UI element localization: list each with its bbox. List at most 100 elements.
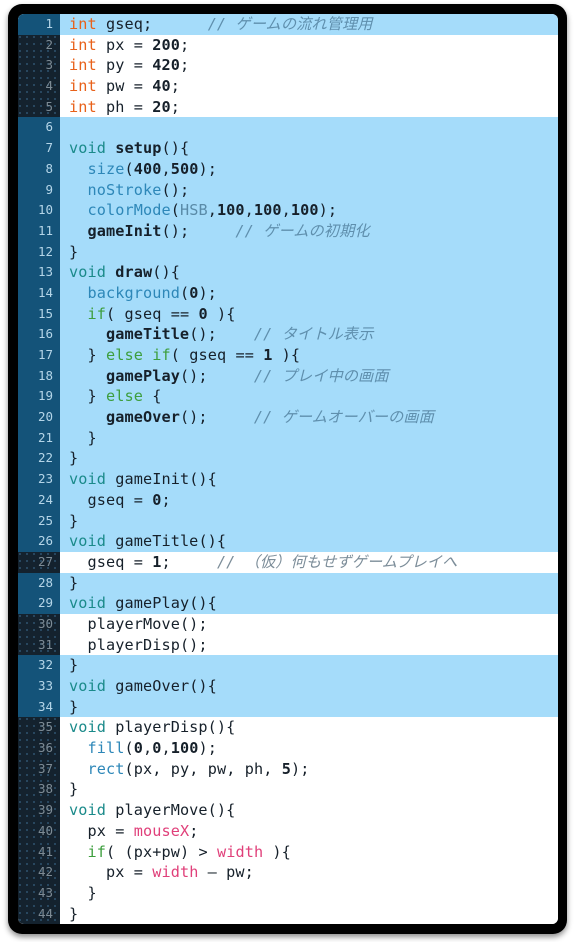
code-line-text[interactable]: gameTitle(); // タイトル表示	[60, 324, 558, 345]
code-line-text[interactable]: } else {	[60, 386, 558, 407]
code-line[interactable]: 20 gameOver(); // ゲームオーバーの画面	[18, 407, 558, 428]
code-line-text[interactable]: }	[60, 904, 558, 924]
code-line[interactable]: 39 void playerMove(){	[18, 800, 558, 821]
code-line[interactable]: 28}	[18, 572, 558, 594]
code-line[interactable]: 21 }	[18, 427, 558, 449]
code-line[interactable]: 16 gameTitle(); // タイトル表示	[18, 324, 558, 345]
code-line-text[interactable]: }	[60, 511, 558, 532]
code-line[interactable]: 41 if( (px+pw) > width ){	[18, 841, 558, 863]
code-line[interactable]: 42 px = width – pw;	[18, 862, 558, 883]
code-line[interactable]: 26 void gameTitle(){	[18, 531, 558, 552]
code-line-text[interactable]: int pw = 40;	[60, 76, 558, 97]
code-line[interactable]: 2 int px = 200;	[18, 34, 558, 56]
code-line-text[interactable]: int gseq; // ゲームの流れ管理用	[60, 14, 558, 35]
code-line[interactable]: 10 colorMode(HSB,100,100,100);	[18, 200, 558, 221]
code-line-text[interactable]: void playerMove(){	[60, 800, 558, 821]
code-line-text[interactable]: gameInit(); // ゲームの初期化	[60, 221, 558, 242]
code-line[interactable]: 13 void draw(){	[18, 262, 558, 283]
code-line-text[interactable]: }	[60, 697, 558, 718]
code-line-text[interactable]: void setup(){	[60, 138, 558, 159]
code-editor-surface[interactable]: 1 int gseq; // ゲームの流れ管理用 2 int px = 200; 3 in…	[18, 14, 558, 924]
code-line[interactable]: 7 void setup(){	[18, 138, 558, 159]
code-line[interactable]: 25}	[18, 510, 558, 532]
code-line[interactable]: 38}	[18, 779, 558, 801]
code-line[interactable]: 12}	[18, 241, 558, 263]
code-line-text[interactable]: noStroke();	[60, 180, 558, 201]
code-line-text[interactable]: background(0);	[60, 283, 558, 304]
code-token: (	[170, 346, 190, 364]
code-line[interactable]: 4 int pw = 40;	[18, 76, 558, 97]
code-token: (){	[207, 718, 236, 737]
code-line[interactable]: 35 void playerDisp(){	[18, 717, 558, 739]
code-token: );	[198, 159, 217, 178]
code-line-text[interactable]: }	[60, 573, 558, 594]
code-line[interactable]: 32}	[18, 655, 558, 676]
code-line[interactable]: 8 size(400,500);	[18, 158, 558, 180]
code-line[interactable]: 3 int py = 420;	[18, 55, 558, 77]
code-line[interactable]: 18 gamePlay(); // プレイ中の画面	[18, 365, 558, 387]
code-line-text[interactable]: void gameInit(){	[60, 469, 558, 490]
code-line[interactable]: 5 int ph = 20;	[18, 96, 558, 118]
code-line-text[interactable]: int px = 200;	[60, 35, 558, 56]
code-line-text[interactable]: gamePlay(); // プレイ中の画面	[60, 366, 558, 387]
code-line-text[interactable]: }	[60, 883, 558, 904]
code-line-text[interactable]: int ph = 20;	[60, 97, 558, 118]
code-line[interactable]: 43 }	[18, 882, 558, 904]
code-line-text[interactable]: if( gseq == 0 ){	[60, 304, 558, 325]
code-line-text[interactable]: if( (px+pw) > width ){	[60, 842, 558, 863]
code-line[interactable]: 11 gameInit(); // ゲームの初期化	[18, 220, 558, 242]
code-line-text[interactable]: void draw(){	[60, 262, 558, 283]
code-token: gamePlay	[105, 366, 180, 385]
code-token: px	[133, 842, 153, 861]
code-line-text[interactable]	[60, 117, 558, 138]
line-number: 24	[18, 489, 60, 511]
code-line-text[interactable]: }	[60, 655, 558, 676]
code-line-text[interactable]: void playerDisp(){	[60, 717, 558, 738]
code-line[interactable]: 40 px = mouseX;	[18, 820, 558, 842]
code-line[interactable]: 9 noStroke();	[18, 179, 558, 201]
code-line[interactable]: 19 } else {	[18, 386, 558, 408]
code-line-text[interactable]: }	[60, 428, 558, 449]
code-line[interactable]: 36 fill(0,0,100);	[18, 738, 558, 759]
code-line-list[interactable]: 1 int gseq; // ゲームの流れ管理用 2 int px = 200; 3 in…	[18, 14, 558, 924]
code-line-text[interactable]: size(400,500);	[60, 159, 558, 180]
code-line[interactable]: 44}	[18, 903, 558, 924]
code-line-text[interactable]: playerDisp();	[60, 635, 558, 656]
code-line-text[interactable]: void gamePlay(){	[60, 593, 558, 614]
code-line[interactable]: 22}	[18, 448, 558, 470]
code-line-text[interactable]: gseq = 1; // （仮）何もせずゲームプレイへ	[60, 552, 558, 573]
code-line-text[interactable]: px = mouseX;	[60, 821, 558, 842]
code-line-text[interactable]: colorMode(HSB,100,100,100);	[60, 200, 558, 221]
code-line[interactable]: 27 gseq = 1; // （仮）何もせずゲームプレイへ	[18, 551, 558, 573]
code-line[interactable]: 33 void gameOver(){	[18, 676, 558, 697]
code-line[interactable]: 23 void gameInit(){	[18, 469, 558, 490]
code-line[interactable]: 34}	[18, 696, 558, 718]
code-line[interactable]: 6	[18, 117, 558, 139]
code-line[interactable]: 31 playerDisp();	[18, 634, 558, 656]
code-line-text[interactable]: }	[60, 779, 558, 800]
code-line[interactable]: 15 if( gseq == 0 ){	[18, 303, 558, 325]
code-line-text[interactable]: gseq = 0;	[60, 490, 558, 511]
line-number: 12	[18, 241, 60, 263]
code-line[interactable]: 37 rect(px, py, pw, ph, 5);	[18, 758, 558, 780]
line-number: 23	[18, 469, 60, 490]
code-line-text[interactable]: int py = 420;	[60, 55, 558, 76]
code-line-text[interactable]: }	[60, 242, 558, 263]
code-line[interactable]: 24 gseq = 0;	[18, 489, 558, 511]
code-line[interactable]: 14 background(0);	[18, 282, 558, 304]
code-line-text[interactable]: gameOver(); // ゲームオーバーの画面	[60, 407, 558, 428]
code-line-text[interactable]: } else if( gseq == 1 ){	[60, 345, 558, 366]
code-line-text[interactable]: playerMove();	[60, 614, 558, 635]
code-token: gseq	[87, 552, 125, 571]
code-line-text[interactable]: void gameTitle(){	[60, 531, 558, 552]
code-line-text[interactable]: fill(0,0,100);	[60, 738, 558, 759]
code-line-text[interactable]: }	[60, 448, 558, 469]
code-line-text[interactable]: rect(px, py, pw, ph, 5);	[60, 759, 558, 780]
code-line-text[interactable]: px = width – pw;	[60, 862, 558, 883]
code-line[interactable]: 1 int gseq; // ゲームの流れ管理用	[18, 14, 558, 35]
code-line-text[interactable]: void gameOver(){	[60, 676, 558, 697]
code-line[interactable]: 30 playerMove();	[18, 613, 558, 635]
code-line[interactable]: 17 } else if( gseq == 1 ){	[18, 345, 558, 366]
code-line[interactable]: 29 void gamePlay(){	[18, 593, 558, 614]
code-token: 100	[216, 201, 245, 220]
